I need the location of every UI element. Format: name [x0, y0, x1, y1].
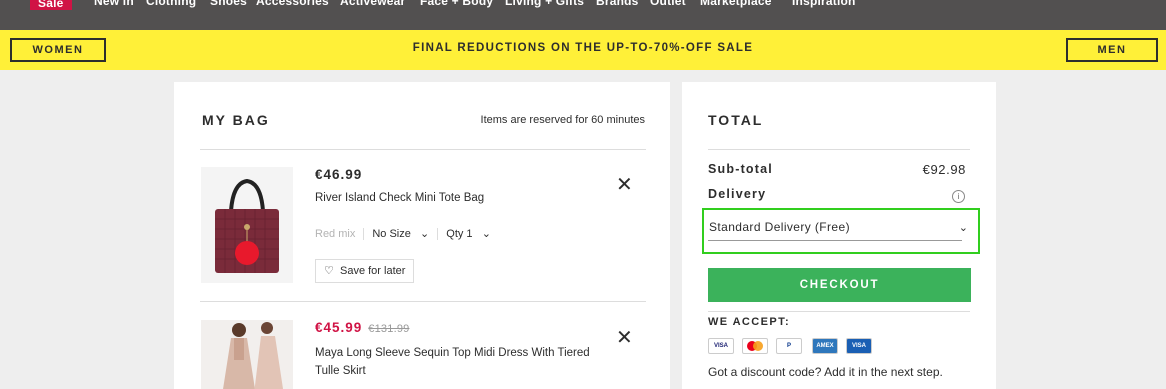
- total-title: TOTAL: [708, 112, 764, 128]
- subtotal-value: €92.98: [922, 162, 966, 177]
- option-separator: [363, 228, 365, 241]
- chevron-down-icon: ⌄: [958, 222, 968, 234]
- nav-item-marketplace[interactable]: Marketplace: [700, 0, 772, 8]
- nav-item-accessories[interactable]: Accessories: [256, 0, 329, 8]
- nav-item-inspiration[interactable]: Inspiration: [792, 0, 856, 8]
- item-name[interactable]: Maya Long Sleeve Sequin Top Midi Dress W…: [315, 344, 595, 380]
- delivery-label: Delivery: [708, 187, 767, 201]
- visa-card-icon: VISA: [708, 338, 734, 354]
- divider: [200, 149, 646, 150]
- amex-icon: AMEX: [812, 338, 838, 354]
- we-accept-label: WE ACCEPT:: [708, 316, 791, 328]
- reservation-note: Items are reserved for 60 minutes: [480, 114, 645, 126]
- visa-electron-icon: VISA: [846, 338, 872, 354]
- checkout-button[interactable]: CHECKOUT: [708, 268, 971, 302]
- sale-price: €45.99: [315, 320, 363, 335]
- discount-note: Got a discount code? Add it in the next …: [708, 365, 943, 379]
- option-separator: [437, 228, 439, 241]
- heart-icon: ♡: [324, 265, 334, 277]
- nav-item-living-gifts[interactable]: Living + Gifts: [505, 0, 584, 8]
- item-price-sale: €45.99 €131.99: [315, 320, 409, 335]
- nav-item-activewear[interactable]: Activewear: [340, 0, 405, 8]
- nav-item-clothing[interactable]: Clothing: [146, 0, 196, 8]
- divider: [708, 311, 970, 312]
- divider: [200, 301, 646, 302]
- nav-item-new-in[interactable]: New in: [94, 0, 134, 8]
- remove-item-button[interactable]: ✕: [616, 175, 633, 195]
- product-image-sequin-dress[interactable]: [201, 320, 293, 389]
- item-name[interactable]: River Island Check Mini Tote Bag: [315, 189, 575, 207]
- quantity-value: Qty 1: [446, 228, 473, 240]
- men-button[interactable]: MEN: [1066, 38, 1158, 62]
- select-underline: [708, 240, 962, 241]
- paypal-icon: P: [776, 338, 802, 354]
- mastercard-logo: [747, 341, 763, 351]
- promo-message[interactable]: FINAL REDUCTIONS ON THE UP-TO-70%-OFF SA…: [0, 42, 1166, 54]
- nav-item-brands[interactable]: Brands: [596, 0, 639, 8]
- save-for-later-label: Save for later: [340, 265, 406, 277]
- remove-item-button[interactable]: ✕: [616, 328, 633, 348]
- chevron-down-icon: ⌄: [420, 228, 430, 240]
- dress-image: [223, 322, 284, 389]
- delivery-select[interactable]: Standard Delivery (Free) ⌄: [702, 208, 980, 254]
- chevron-down-icon: ⌄: [481, 228, 491, 240]
- size-select[interactable]: No Size ⌄: [372, 228, 429, 240]
- promo-banner: WOMEN FINAL REDUCTIONS ON THE UP-TO-70%-…: [0, 30, 1166, 70]
- bag-title: MY BAG: [202, 112, 270, 128]
- nav-item-shoes[interactable]: Shoes: [210, 0, 247, 8]
- item-price: €46.99: [315, 167, 363, 182]
- product-image-tote-bag[interactable]: [201, 167, 293, 283]
- info-icon[interactable]: i: [952, 190, 965, 203]
- nav-item-face-body[interactable]: Face + Body: [420, 0, 493, 8]
- quantity-select[interactable]: Qty 1 ⌄: [446, 228, 491, 240]
- nav-item-outlet[interactable]: Outlet: [650, 0, 686, 8]
- total-panel: TOTAL Sub-total €92.98 Delivery i Standa…: [682, 82, 996, 389]
- nav-item-sale[interactable]: Sale: [30, 0, 72, 10]
- size-value: No Size: [372, 228, 411, 240]
- my-bag-panel: MY BAG Items are reserved for 60 minutes…: [174, 82, 670, 389]
- delivery-option: Standard Delivery (Free): [709, 220, 850, 234]
- tote-bag-image: [215, 178, 279, 273]
- subtotal-label: Sub-total: [708, 162, 773, 176]
- item-options: Red mix No Size ⌄ Qty 1 ⌄: [315, 227, 491, 241]
- save-for-later-button[interactable]: ♡ Save for later: [315, 259, 415, 283]
- item-colour: Red mix: [315, 228, 356, 240]
- divider: [708, 149, 970, 150]
- mastercard-icon: [742, 338, 768, 354]
- was-price: €131.99: [368, 323, 410, 335]
- top-navigation: Sale New in Clothing Shoes Accessories A…: [0, 0, 1166, 30]
